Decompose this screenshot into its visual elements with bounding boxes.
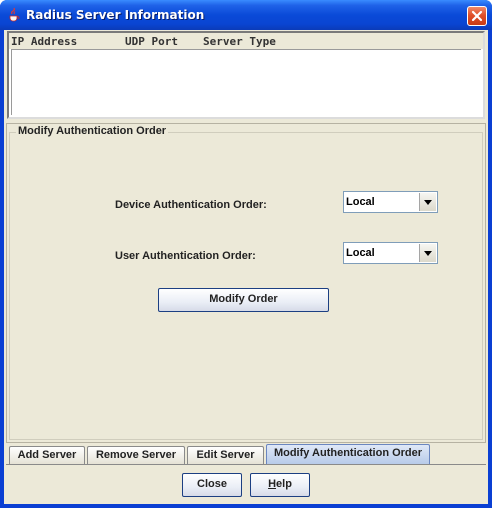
help-label-rest: elp xyxy=(276,478,292,490)
title-bar[interactable]: Radius Server Information xyxy=(0,0,492,30)
server-table[interactable]: IP Address UDP Port Server Type xyxy=(7,31,485,119)
chevron-down-icon[interactable] xyxy=(419,244,436,262)
dialog-window: Radius Server Information IP Address UDP… xyxy=(0,0,492,508)
table-header: IP Address UDP Port Server Type xyxy=(9,33,483,49)
window-title: Radius Server Information xyxy=(26,8,205,22)
column-header-server-type[interactable]: Server Type xyxy=(203,35,276,48)
device-auth-order-label: Device Authentication Order: xyxy=(115,199,267,211)
tab-remove-server[interactable]: Remove Server xyxy=(87,446,185,464)
group-title: Modify Authentication Order xyxy=(16,125,169,137)
close-icon xyxy=(471,10,483,22)
chevron-down-icon[interactable] xyxy=(419,193,436,211)
table-body[interactable] xyxy=(11,49,481,115)
column-header-ip-address[interactable]: IP Address xyxy=(11,35,77,48)
device-auth-order-value: Local xyxy=(346,196,375,208)
user-auth-order-dropdown[interactable]: Local xyxy=(343,242,438,264)
close-button[interactable]: Close xyxy=(182,473,242,497)
modify-auth-order-group: Modify Authentication Order Device Authe… xyxy=(9,125,483,440)
tab-edit-server[interactable]: Edit Server xyxy=(187,446,264,464)
tab-modify-authentication-order[interactable]: Modify Authentication Order xyxy=(266,444,430,464)
user-auth-order-value: Local xyxy=(346,247,375,259)
device-auth-order-dropdown[interactable]: Local xyxy=(343,191,438,213)
tab-add-server[interactable]: Add Server xyxy=(9,446,85,464)
help-mnemonic: H xyxy=(268,478,277,490)
modify-order-button[interactable]: Modify Order xyxy=(158,288,329,312)
tab-strip: Add Server Remove Server Edit Server Mod… xyxy=(6,444,486,466)
help-button[interactable]: Help xyxy=(250,473,310,497)
dialog-content: IP Address UDP Port Server Type Modify A… xyxy=(4,30,488,504)
java-cup-icon xyxy=(9,7,20,22)
column-header-udp-port[interactable]: UDP Port xyxy=(125,35,178,48)
close-window-button[interactable] xyxy=(467,6,487,26)
tab-content-panel: Modify Authentication Order Device Authe… xyxy=(6,123,486,443)
user-auth-order-label: User Authentication Order: xyxy=(115,250,256,262)
